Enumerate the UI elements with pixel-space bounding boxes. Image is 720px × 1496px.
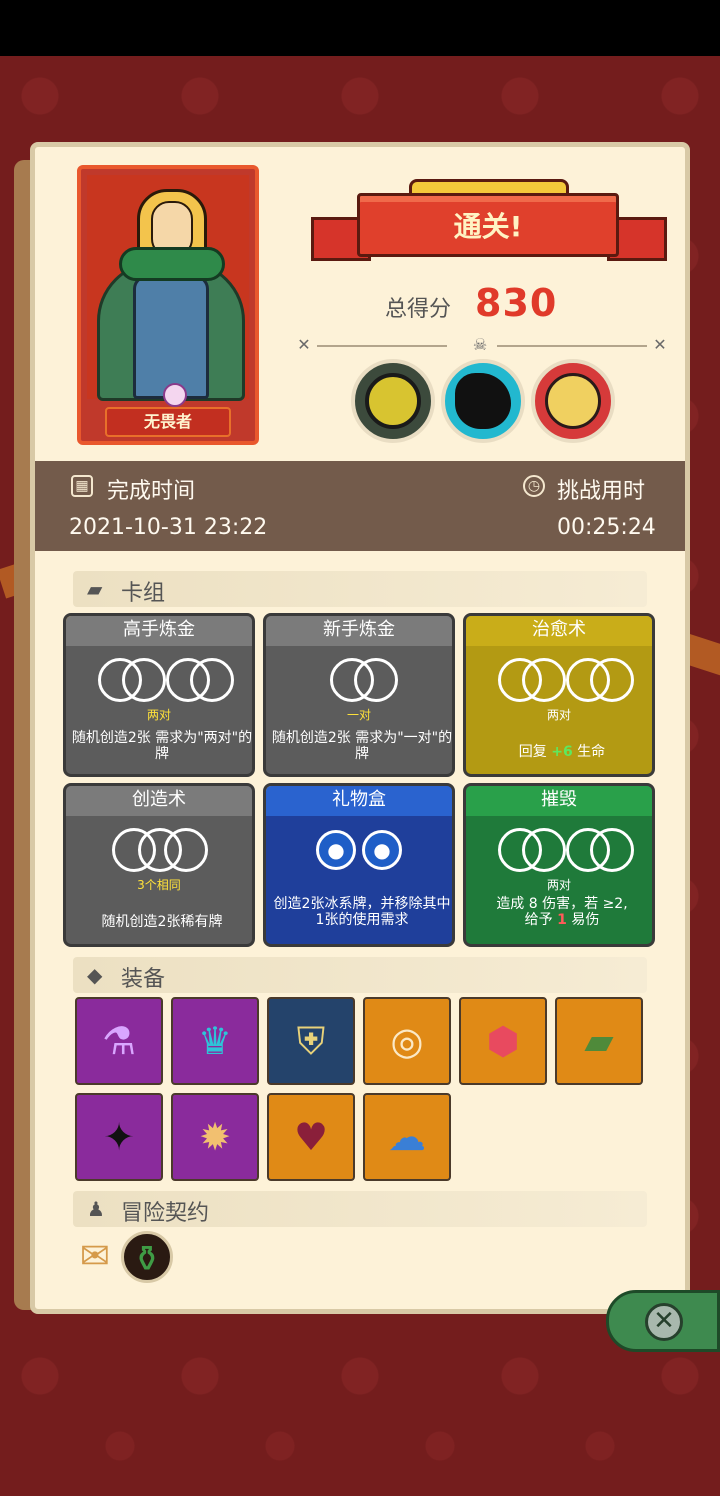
equipment-title: 装备 xyxy=(121,967,166,992)
challenge-time-value: 00:25:24 xyxy=(557,515,656,540)
blue-mushroom-icon[interactable]: ☁ xyxy=(363,1093,451,1181)
hero-portrait xyxy=(87,175,249,407)
card-body: ● ● 创造2张冰系牌，并移除其中1张的使用需求 xyxy=(266,816,452,944)
card-body: 两对 随机创造2张 需求为"两对"的牌 xyxy=(66,646,253,774)
crossed-swords-icon: ✕ xyxy=(297,335,311,354)
divider-left xyxy=(317,345,447,347)
card-requirement: 两对 xyxy=(546,878,571,892)
finish-time-label: 完成时间 xyxy=(107,479,196,504)
card-description: 造成 8 伤害，若 ≥2, 给予 1 易伤 xyxy=(496,896,628,928)
equipment-section-header: ◆ 装备 xyxy=(73,957,647,993)
dice-slot xyxy=(122,658,166,702)
card-description: 随机创造2张稀有牌 xyxy=(101,914,223,930)
divider-right xyxy=(497,345,647,347)
result-panel: 无畏者 通关! 总得分 830 ✕ ☠ ✕ ▦ 完成时间 2021-10-31 … xyxy=(30,142,690,1314)
dice-slot xyxy=(522,658,566,702)
close-icon: ✕ xyxy=(645,1303,683,1341)
card-requirement: 一对 xyxy=(346,708,371,722)
spiked-dice-icon[interactable]: ✹ xyxy=(171,1093,259,1181)
card-body: 两对 造成 8 伤害，若 ≥2, 给予 1 易伤 xyxy=(466,816,652,944)
score-value: 830 xyxy=(475,281,558,325)
card-description: 随机创造2张 需求为"两对"的牌 xyxy=(71,730,253,762)
crystal-jar-icon[interactable]: ⬢ xyxy=(459,997,547,1085)
challenge-time-label: 挑战用时 xyxy=(557,479,646,504)
card-title: 高手炼金 xyxy=(66,616,252,646)
card-title: 礼物盒 xyxy=(266,786,452,816)
thorn-heart-icon[interactable]: ♥ xyxy=(267,1093,355,1181)
card-description: 随机创造2张 需求为"一对"的牌 xyxy=(271,730,453,762)
score-label: 总得分 xyxy=(385,297,452,322)
victory-ribbon: 通关! xyxy=(311,177,667,281)
armored-knight-boss-icon[interactable] xyxy=(351,359,435,443)
card-title: 摧毁 xyxy=(466,786,652,816)
vulnerable-amount: 1 xyxy=(557,912,567,928)
boss-list xyxy=(351,359,621,445)
card-novice-alchemy[interactable]: 新手炼金 一对 随机创造2张 需求为"一对"的牌 xyxy=(263,613,455,777)
finish-time-value: 2021-10-31 23:22 xyxy=(69,515,268,540)
dice-slot xyxy=(590,828,634,872)
contract-title: 冒险契约 xyxy=(121,1201,210,1226)
deck-title: 卡组 xyxy=(121,581,166,606)
demon-skull-icon: ☠ xyxy=(472,335,488,354)
status-bar xyxy=(0,0,720,56)
dice-slot xyxy=(190,658,234,702)
hero-name: 无畏者 xyxy=(105,407,231,437)
deck-section-header: ▰ 卡组 xyxy=(73,571,647,607)
card-title: 治愈术 xyxy=(466,616,652,646)
hero-card[interactable]: 无畏者 xyxy=(77,165,259,445)
card-title: 创造术 xyxy=(66,786,252,816)
card-heal[interactable]: 治愈术 两对 回复 +6 生命 xyxy=(463,613,655,777)
shadow-dice-icon[interactable]: ✦ xyxy=(75,1093,163,1181)
shadow-beast-boss-icon[interactable] xyxy=(441,359,525,443)
close-button[interactable]: ✕ xyxy=(606,1290,720,1352)
crossed-swords-icon: ✕ xyxy=(653,335,667,354)
scroll-icon[interactable]: ✉ xyxy=(69,1231,121,1283)
cards-icon: ▰ xyxy=(87,577,103,601)
time-bar: ▦ 完成时间 2021-10-31 23:22 ◷ 挑战用时 00:25:24 xyxy=(35,461,685,551)
card-requirement: 两对 xyxy=(146,708,171,722)
purple-potion-icon[interactable]: ⚗ xyxy=(75,997,163,1085)
hero-medal-icon xyxy=(163,383,187,407)
demon-mask-icon[interactable]: ♛ xyxy=(171,997,259,1085)
hero-scarf xyxy=(119,247,225,281)
dice-slot xyxy=(522,828,566,872)
card-body: 3个相同 随机创造2张稀有牌 xyxy=(66,816,252,944)
contract-section-header: ♟ 冒险契约 xyxy=(73,1191,647,1227)
water-drop-icon: ● xyxy=(362,830,402,870)
card-master-alchemy[interactable]: 高手炼金 两对 随机创造2张 需求为"两对"的牌 xyxy=(63,613,255,777)
card-destroy[interactable]: 摧毁 两对 造成 8 伤害，若 ≥2, 给予 1 易伤 xyxy=(463,783,655,947)
water-drop-icon: ● xyxy=(316,830,356,870)
dice-slot xyxy=(590,658,634,702)
card-title: 新手炼金 xyxy=(266,616,452,646)
calendar-icon: ▦ xyxy=(71,475,93,497)
victory-text: 通关! xyxy=(453,210,523,243)
dice-slot xyxy=(164,828,208,872)
potion-badge-icon[interactable]: ⚱ xyxy=(121,1231,173,1283)
box-icon: ◆ xyxy=(87,963,103,987)
person-icon: ♟ xyxy=(87,1197,105,1221)
card-gift-box[interactable]: 礼物盒 ● ● 创造2张冰系牌，并移除其中1张的使用需求 xyxy=(263,783,455,947)
card-description: 回复 +6 生命 xyxy=(518,744,606,760)
compass-armor-icon[interactable]: ⛨ xyxy=(267,997,355,1085)
card-body: 一对 随机创造2张 需求为"一对"的牌 xyxy=(266,646,453,774)
heal-amount: +6 xyxy=(551,744,573,760)
card-description: 创造2张冰系牌，并移除其中1张的使用需求 xyxy=(273,896,451,928)
stopwatch-icon: ◷ xyxy=(523,475,545,497)
skull-mask-boss-icon[interactable] xyxy=(531,359,615,443)
card-requirement: 两对 xyxy=(546,708,571,722)
card-creation[interactable]: 创造术 3个相同 随机创造2张稀有牌 xyxy=(63,783,255,947)
card-body: 两对 回复 +6 生命 xyxy=(466,646,652,774)
dice-slot xyxy=(354,658,398,702)
card-requirement: 3个相同 xyxy=(137,878,181,892)
hero-body xyxy=(133,275,209,399)
moss-brick-icon[interactable]: ▰ xyxy=(555,997,643,1085)
gold-ring-icon[interactable]: ◎ xyxy=(363,997,451,1085)
